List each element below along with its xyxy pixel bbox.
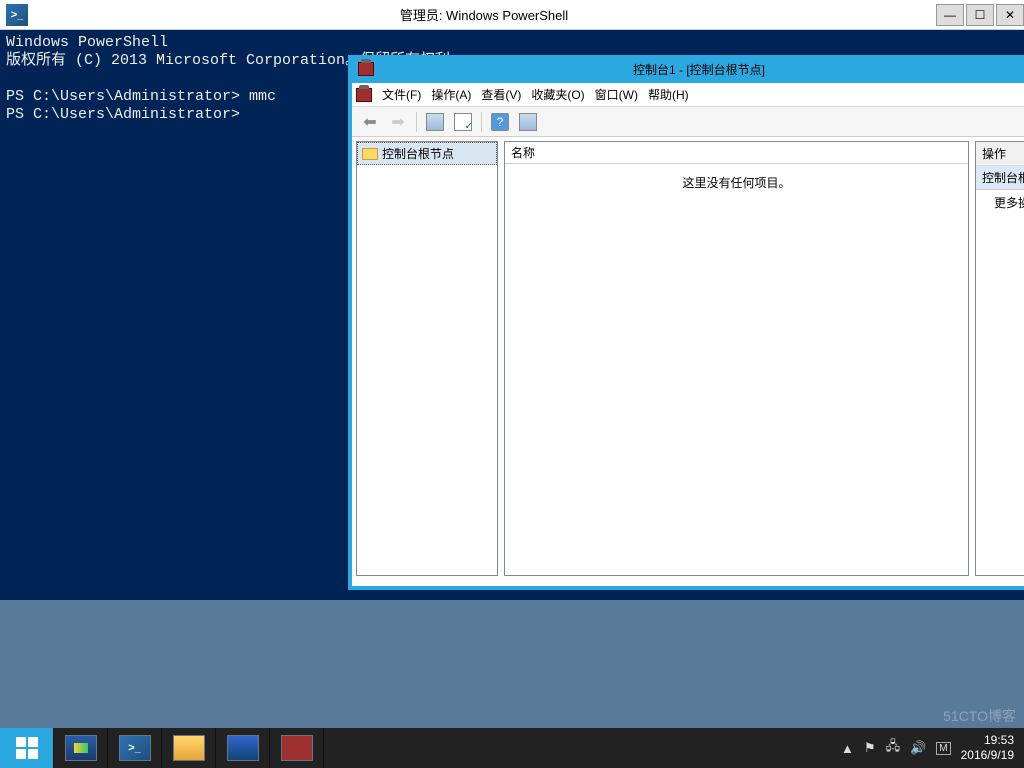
list-column-name[interactable]: 名称 — [505, 142, 968, 164]
taskbar-app[interactable] — [216, 728, 270, 768]
watermark: 51CTO博客 — [943, 706, 1016, 726]
toolbar-separator — [416, 112, 417, 132]
actions-pane: 操作 控制台根节点 更多操作 — [975, 141, 1024, 576]
taskbar-clock[interactable]: 19:53 2016/9/19 — [961, 733, 1014, 763]
taskbar-powershell[interactable]: >_ — [108, 728, 162, 768]
mmc-body: 控制台根节点 名称 这里没有任何项目。 操作 控制台根节点 更多操作 — [352, 137, 1024, 580]
taskbar-server-manager[interactable] — [54, 728, 108, 768]
folder-icon — [362, 148, 378, 160]
clock-date: 2016/9/19 — [961, 748, 1014, 763]
forward-button[interactable]: ➡ — [386, 110, 410, 134]
mmc-titlebar[interactable]: 控制台1 - [控制台根节点] — — [352, 55, 1024, 83]
clock-time: 19:53 — [961, 733, 1014, 748]
tree-root-label: 控制台根节点 — [382, 145, 454, 162]
close-button[interactable]: ✕ — [996, 4, 1024, 26]
menu-file[interactable]: 文件(F) — [382, 86, 421, 103]
tree-root-node[interactable]: 控制台根节点 — [357, 142, 497, 165]
tray-network-icon[interactable]: 🖧 — [886, 737, 901, 759]
tray-up-icon[interactable]: ▲ — [841, 741, 854, 756]
mmc-toolbar: ⬅ ➡ ? — [352, 107, 1024, 137]
show-hide-tree-button[interactable] — [423, 110, 447, 134]
tray-sound-icon[interactable]: 🔊 — [910, 740, 926, 756]
start-button[interactable] — [0, 728, 54, 768]
list-empty-message: 这里没有任何项目。 — [505, 164, 968, 575]
taskbar-mmc[interactable] — [270, 728, 324, 768]
mmc-icon — [358, 62, 374, 76]
menu-window[interactable]: 窗口(W) — [595, 86, 638, 103]
export-list-button[interactable] — [451, 110, 475, 134]
actions-subheader: 控制台根节点 — [976, 166, 1024, 190]
powershell-titlebar[interactable]: >_ 管理员: Windows PowerShell — ☐ ✕ — [0, 0, 1024, 30]
mmc-menu-icon[interactable] — [356, 88, 372, 102]
taskbar-explorer[interactable] — [162, 728, 216, 768]
powershell-icon: >_ — [6, 4, 28, 26]
show-hide-action-button[interactable] — [516, 110, 540, 134]
powershell-title: 管理员: Windows PowerShell — [34, 5, 934, 24]
help-button[interactable]: ? — [488, 110, 512, 134]
menu-favorites[interactable]: 收藏夹(O) — [531, 86, 584, 103]
minimize-button[interactable]: — — [936, 4, 964, 26]
tray-ime-icon[interactable]: M — [936, 742, 950, 755]
actions-header: 操作 — [976, 142, 1024, 166]
list-pane[interactable]: 名称 这里没有任何项目。 — [504, 141, 969, 576]
mmc-minimize-button[interactable]: — — [1018, 59, 1024, 79]
actions-more[interactable]: 更多操作 — [976, 190, 1024, 215]
system-tray: ▲ ⚑ 🖧 🔊 M 19:53 2016/9/19 — [831, 728, 1024, 768]
toolbar-separator — [481, 112, 482, 132]
mmc-window: 控制台1 - [控制台根节点] — 文件(F) 操作(A) 查看(V) 收藏夹(… — [348, 55, 1024, 590]
menu-action[interactable]: 操作(A) — [431, 86, 471, 103]
tree-pane[interactable]: 控制台根节点 — [356, 141, 498, 576]
back-button[interactable]: ⬅ — [358, 110, 382, 134]
mmc-menubar: 文件(F) 操作(A) 查看(V) 收藏夹(O) 窗口(W) 帮助(H) — [352, 83, 1024, 107]
windows-logo-icon — [16, 737, 38, 759]
taskbar: >_ ▲ ⚑ 🖧 🔊 M 19:53 2016/9/19 — [0, 728, 1024, 768]
tray-flag-icon[interactable]: ⚑ — [864, 740, 876, 756]
mmc-title: 控制台1 - [控制台根节点] — [380, 61, 1018, 78]
maximize-button[interactable]: ☐ — [966, 4, 994, 26]
menu-view[interactable]: 查看(V) — [481, 86, 521, 103]
menu-help[interactable]: 帮助(H) — [648, 86, 689, 103]
